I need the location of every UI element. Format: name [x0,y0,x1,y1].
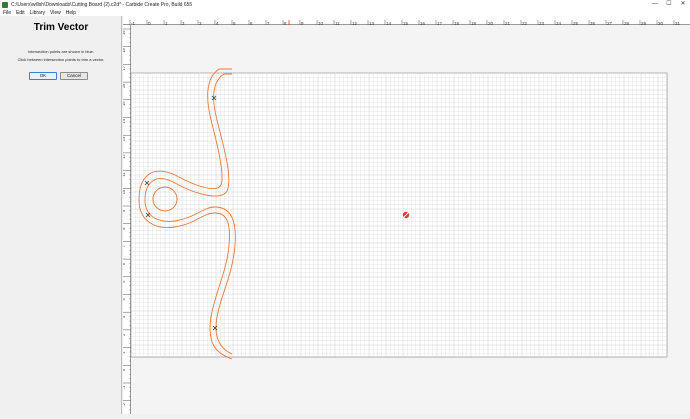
menu-edit[interactable]: Edit [16,10,25,16]
ruler-label: 8 [123,227,126,230]
horizontal-ruler: -1 0 1 2 3 4 5 6 7 8 9 10 11 12 13 14 15 16 17 18 19 20 21 22 23… [123,16,690,29]
ruler-label: 0 [123,368,126,371]
menu-view[interactable]: View [50,10,61,16]
window-title: C:\Users\willsh\Downloads\Cutting Board … [11,1,193,8]
ruler-label: -1 [123,385,126,389]
panel-title: Trim Vector [33,22,89,33]
ruler-label: 11 [123,172,126,177]
minimize-button[interactable]: — [648,0,662,9]
ruler-label: 5 [123,280,126,283]
instruction-line-1: Intersection points are shown in blue. [27,49,95,54]
ruler-label: 1 [123,351,126,354]
origin-marker-icon [402,211,410,219]
ruler-label: 7 [123,244,126,247]
ruler-label: 14 [123,118,126,123]
ruler-label: 6 [123,262,126,265]
ruler-label: 18 [123,47,126,52]
ruler-label: 3 [123,315,126,318]
vertical-ruler: 191817161514131211109876543210-1-2 [121,25,131,414]
ruler-label: 2 [123,333,126,336]
ruler-label: -2 [123,402,126,406]
ruler-label: 9 [123,209,126,212]
ruler-label: 10 [123,189,126,194]
vertical-ruler-scale: 191817161514131211109876543210-1-2 [121,28,131,410]
ruler-label: 17 [123,65,126,70]
trim-vector-panel: Trim Vector Intersection points are show… [0,16,122,414]
canvas-drawing[interactable] [130,25,690,414]
close-button[interactable]: ✕ [676,0,690,9]
menu-bar: File Edit Library View Help [0,9,690,16]
ruler-label: 15 [123,101,126,106]
menu-library[interactable]: Library [30,10,45,16]
instruction-line-2: Click between intersection points to tri… [17,57,105,62]
maximize-button[interactable]: ☐ [662,0,676,9]
title-bar: C:\Users\willsh\Downloads\Cutting Board … [0,0,690,9]
window-controls: — ☐ ✕ [648,0,690,9]
menu-help[interactable]: Help [66,10,76,16]
design-canvas[interactable] [130,25,690,414]
ruler-label: 4 [123,298,126,301]
ruler-label: 13 [123,136,126,141]
cancel-button[interactable]: Cancel [60,72,88,80]
app-icon [2,1,8,8]
ruler-label: 16 [123,83,126,88]
menu-file[interactable]: File [3,10,11,16]
ruler-label: 19 [123,30,126,35]
ruler-label: 12 [123,154,126,159]
ok-button[interactable]: OK [29,72,57,80]
